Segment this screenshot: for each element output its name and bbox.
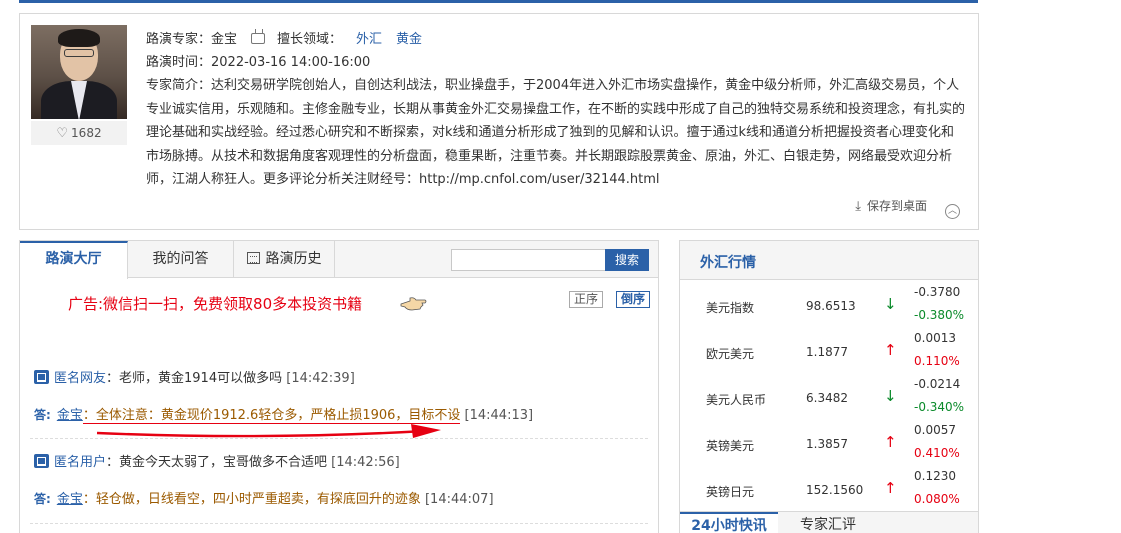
question-icon [34,454,49,468]
pair-name: 英镑美元 [706,439,755,453]
order-asc-button[interactable]: 正序 [569,291,604,308]
tab-history-label: 路演历史 [265,251,322,267]
specialty-forex-link[interactable]: 外汇 [356,32,382,47]
question-time: [14:42:56] [331,455,400,470]
tab-24h-news[interactable]: 24小时快讯 [680,512,778,533]
question-text: ：老师，黄金1914可以做多吗 [106,371,283,386]
pair-name: 欧元美元 [706,347,755,361]
arrow-up-icon: ↑ [884,479,897,497]
pair-change-pct: -0.380% [914,308,965,322]
arrow-down-icon: ↓ [884,295,897,313]
order-desc-button[interactable]: 倒序 [616,291,651,308]
question-icon [34,370,49,384]
news-tabs: 24小时快讯 专家汇评 [680,511,978,533]
pair-value: 6.3482 [806,391,848,405]
roadshow-hall-panel: 路演大厅 我的问答 路演历史 搜索 广告:微信扫一扫，免费领取80多本投资书籍 … [19,240,659,533]
pair-change: 0.1230 [914,469,956,483]
forex-row[interactable]: 英镑日元 152.1560 ↑ 0.1230 0.080% [680,467,978,513]
pair-value: 152.1560 [806,483,864,497]
save-to-desktop[interactable]: ⤓ 保存到桌面 ︿ [855,197,960,219]
pair-change-pct: 0.080% [914,492,960,506]
arrow-up-icon: ↑ [884,433,897,451]
save-label: 保存到桌面 [866,199,927,213]
answer-label: 答: [34,492,51,506]
like-button[interactable]: ♡ 1682 [31,121,127,145]
ad-link[interactable]: 广告:微信扫一扫，免费领取80多本投资书籍 [68,293,362,314]
expert-card: ♡ 1682 路演专家：金宝 擅长领域： 外汇 黄金 路演时间：2022-03-16 1… [19,13,979,230]
question-time: [14:42:39] [286,371,355,386]
pair-value: 1.1877 [806,345,848,359]
answer-label: 答: [34,408,51,422]
pair-change: 0.0013 [914,331,956,345]
calendar-icon [246,252,260,264]
arrow-up-icon: ↑ [884,341,897,359]
pair-change-pct: 0.410% [914,446,960,460]
tab-expert-review[interactable]: 专家汇评 [778,512,878,533]
expert-info: 路演专家：金宝 擅长领域： 外汇 黄金 路演时间：2022-03-16 14:00-1… [146,28,966,192]
tv-icon[interactable] [251,33,266,44]
pair-value: 98.6513 [806,299,856,313]
pair-change: -0.3780 [914,285,961,299]
asker-name: 匿名网友 [54,371,107,386]
divider [30,438,648,439]
search-input[interactable] [451,249,606,271]
answerer-link[interactable]: 金宝 [57,408,83,423]
forex-panel: 外汇行情 美元指数 98.6513 ↓ -0.3780 -0.380% 欧元美元 1.187… [679,240,979,533]
expert-name: 路演专家：金宝 [146,32,238,47]
question-row: 匿名用户：黄金今天太弱了，宝哥做多不合适吧 [14:42:56] [34,454,400,472]
forex-title[interactable]: 外汇行情 [700,252,756,272]
heart-icon: ♡ [56,126,69,141]
answer-time: [14:44:13] [464,408,534,423]
pair-change: 0.0057 [914,423,956,437]
answer-time: [14:44:07] [424,492,494,507]
search-button[interactable]: 搜索 [605,249,649,271]
specialty-label: 擅长领域： [277,32,343,47]
pointing-hand-icon [400,297,427,311]
pair-name: 美元人民币 [706,393,767,407]
forex-header: 外汇行情 [680,241,978,280]
tab-roadshow-history[interactable]: 路演历史 [234,241,335,278]
expert-bio: 专家简介：达利交易研学院创始人，自创达利战法，职业操盘手，于2004年进入外汇市… [146,78,966,187]
answer-text: ：轻仓做，日线看空，四小时严重超卖，有探底回升的迹象 [82,492,421,507]
collapse-up-icon[interactable]: ︿ [945,204,960,219]
divider [30,523,648,524]
forex-row[interactable]: 美元人民币 6.3482 ↓ -0.0214 -0.340% [680,375,978,421]
asker-name: 匿名用户 [54,455,107,470]
forex-row[interactable]: 欧元美元 1.1877 ↑ 0.0013 0.110% [680,329,978,375]
like-count: 1682 [71,126,102,140]
forex-row[interactable]: 英镑美元 1.3857 ↑ 0.0057 0.410% [680,421,978,467]
tab-my-questions[interactable]: 我的问答 [128,241,234,278]
answerer-link[interactable]: 金宝 [57,492,83,507]
pair-change-pct: 0.110% [914,354,960,368]
answer-row: 答: 金宝：轻仓做，日线看空，四小时严重超卖，有探底回升的迹象 [14:44:07… [34,490,494,509]
pair-change-pct: -0.340% [914,400,965,414]
pair-name: 英镑日元 [706,485,755,499]
forex-row[interactable]: 美元指数 98.6513 ↓ -0.3780 -0.380% [680,283,978,329]
tab-roadshow-hall[interactable]: 路演大厅 [20,241,128,279]
download-icon: ⤓ [855,199,861,214]
arrow-down-icon: ↓ [884,387,897,405]
hall-tabs: 路演大厅 我的问答 路演历史 搜索 [20,241,658,279]
pair-change: -0.0214 [914,377,961,391]
top-accent-bar [19,0,978,3]
specialty-gold-link[interactable]: 黄金 [396,32,422,47]
question-row: 匿名网友：老师，黄金1914可以做多吗 [14:42:39] [34,370,355,388]
pair-value: 1.3857 [806,437,848,451]
roadshow-time: 路演时间：2022-03-16 14:00-16:00 [146,55,371,70]
pair-name: 美元指数 [706,301,755,315]
expert-avatar[interactable] [31,25,127,119]
question-text: ：黄金今天太弱了，宝哥做多不合适吧 [106,455,328,470]
